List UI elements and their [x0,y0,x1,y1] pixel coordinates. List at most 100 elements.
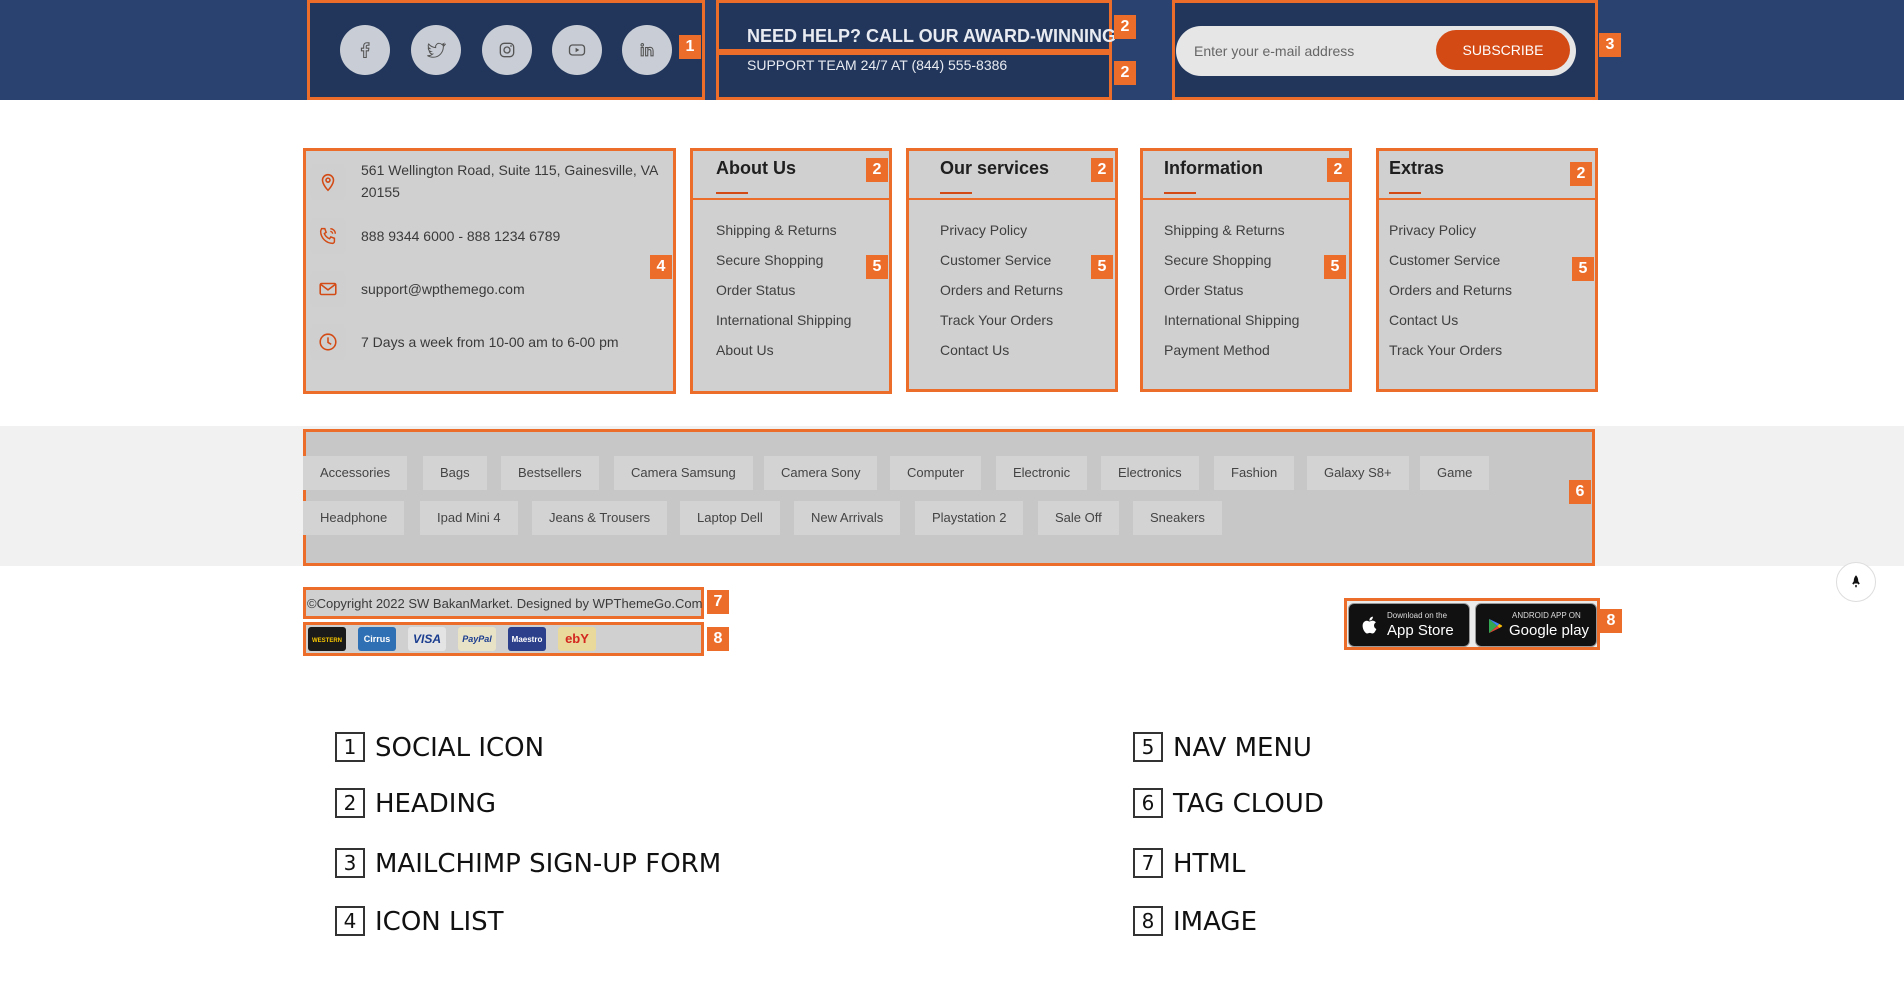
tag-new-arrivals[interactable]: New Arrivals [794,501,901,535]
youtube-icon [568,44,586,56]
tag-cloud-widget [303,429,1595,566]
badge-heading: 2 [1327,158,1349,182]
extras-link-privacy[interactable]: Privacy Policy [1389,222,1476,238]
legend-num: 7 [1133,848,1163,878]
about-link-shipping[interactable]: Shipping & Returns [716,222,837,238]
legend-label: HTML [1173,849,1246,879]
info-link-secure[interactable]: Secure Shopping [1164,252,1271,268]
footer-page: 1 NEED HELP? CALL OUR AWARD-WINNING SUPP… [0,0,1904,1002]
tag-sale-off[interactable]: Sale Off [1038,501,1119,535]
extras-heading: Extras [1389,158,1445,178]
legend-label: SOCIAL ICON [375,733,545,763]
youtube-button[interactable] [552,25,602,75]
about-us-heading: About Us [716,158,796,178]
services-link-track[interactable]: Track Your Orders [940,312,1053,328]
badge-html: 7 [707,590,729,614]
tag-galaxy-s8[interactable]: Galaxy S8+ [1307,456,1409,490]
help-subheading: SUPPORT TEAM 24/7 AT (844) 555-8386 [747,57,1008,73]
info-link-order-status[interactable]: Order Status [1164,282,1243,298]
about-link-secure[interactable]: Secure Shopping [716,252,823,268]
badge-iconlist: 4 [650,255,672,279]
location-pin-icon [321,173,335,192]
services-link-contact[interactable]: Contact Us [940,342,1009,358]
email-form: SUBSCRIBE [1176,26,1576,76]
paypal-logo: PayPal [458,627,496,651]
about-link-order-status[interactable]: Order Status [716,282,795,298]
extras-link-track[interactable]: Track Your Orders [1389,342,1502,358]
legend-label: NAV MENU [1173,733,1312,763]
our-services-widget [906,148,1118,392]
facebook-icon [360,42,370,59]
western-union-text: WESTERN UNION [312,638,342,644]
app-store-big-text: App Store [1387,622,1454,639]
heading-divider [693,198,889,200]
legend-label: ICON LIST [375,907,504,937]
google-play-small-text: ANDROID APP ON [1512,611,1581,620]
subscribe-button[interactable]: SUBSCRIBE [1436,30,1570,70]
tag-headphone[interactable]: Headphone [303,501,405,535]
info-link-payment[interactable]: Payment Method [1164,342,1270,358]
tag-camera-samsung[interactable]: Camera Samsung [614,456,753,490]
paypal-text: PayPal [462,634,492,644]
tag-game[interactable]: Game [1420,456,1490,490]
badge-heading: 2 [1114,61,1136,85]
badge-heading: 2 [1114,15,1136,39]
legend-label: IMAGE [1173,907,1258,937]
google-play-button[interactable]: ANDROID APP ON Google play [1475,603,1597,647]
tag-bags[interactable]: Bags [423,456,487,490]
information-heading: Information [1164,158,1263,178]
ebay-text: ebY [565,631,589,646]
legend-num: 3 [335,848,365,878]
copyright-text: ©Copyright 2022 SW BakanMarket. Designed… [307,596,703,611]
maestro-logo: Maestro [508,627,546,651]
badge-mailchimp: 3 [1599,33,1621,57]
google-play-big-text: Google play [1509,622,1590,639]
help-heading: NEED HELP? CALL OUR AWARD-WINNING [747,26,1116,46]
cirrus-text: Cirrus [363,634,391,644]
tag-computer[interactable]: Computer [890,456,982,490]
tag-camera-sony[interactable]: Camera Sony [764,456,878,490]
tag-electronic[interactable]: Electronic [996,456,1088,490]
tag-playstation-2[interactable]: Playstation 2 [915,501,1024,535]
email-input[interactable] [1194,39,1424,63]
badge-image: 8 [707,627,729,651]
badge-tagcloud: 6 [1569,480,1591,504]
tag-sneakers[interactable]: Sneakers [1133,501,1222,535]
linkedin-button[interactable] [622,25,672,75]
tag-bestsellers[interactable]: Bestsellers [501,456,599,490]
info-link-shipping[interactable]: Shipping & Returns [1164,222,1285,238]
extras-link-orders[interactable]: Orders and Returns [1389,282,1512,298]
services-link-privacy[interactable]: Privacy Policy [940,222,1027,238]
contact-phone: 888 9344 6000 - 888 1234 6789 [361,228,561,244]
tag-accessories[interactable]: Accessories [303,456,408,490]
twitter-button[interactable] [411,25,461,75]
tag-laptop-dell[interactable]: Laptop Dell [680,501,780,535]
location-icon-box [310,164,346,200]
extras-link-contact[interactable]: Contact Us [1389,312,1458,328]
about-link-international[interactable]: International Shipping [716,312,851,328]
info-link-international[interactable]: International Shipping [1164,312,1299,328]
contact-address: 561 Wellington Road, Suite 115, Gainesvi… [361,162,658,200]
extras-link-customer[interactable]: Customer Service [1389,252,1500,268]
back-to-top-button[interactable] [1836,562,1876,602]
heading-underline [940,192,972,194]
contact-hours: 7 Days a week from 10-00 am to 6-00 pm [361,334,619,350]
tag-fashion[interactable]: Fashion [1214,456,1295,490]
visa-text: VISA [412,632,441,646]
tag-jeans-trousers[interactable]: Jeans & Trousers [532,501,668,535]
services-link-orders[interactable]: Orders and Returns [940,282,1063,298]
heading-underline [716,192,748,194]
rocket-icon [1852,575,1860,588]
facebook-button[interactable] [340,25,390,75]
services-link-customer[interactable]: Customer Service [940,252,1051,268]
tag-ipad-mini-4[interactable]: Ipad Mini 4 [420,501,518,535]
badge-heading: 2 [1091,158,1113,182]
instagram-button[interactable] [482,25,532,75]
tag-electronics[interactable]: Electronics [1101,456,1199,490]
app-store-button[interactable]: Download on the App Store [1348,603,1470,647]
instagram-icon [499,42,515,58]
phone-icon [319,227,337,245]
about-link-about[interactable]: About Us [716,342,774,358]
legend-label: MAILCHIMP SIGN-UP FORM [375,849,722,879]
heading-divider [1379,198,1595,200]
